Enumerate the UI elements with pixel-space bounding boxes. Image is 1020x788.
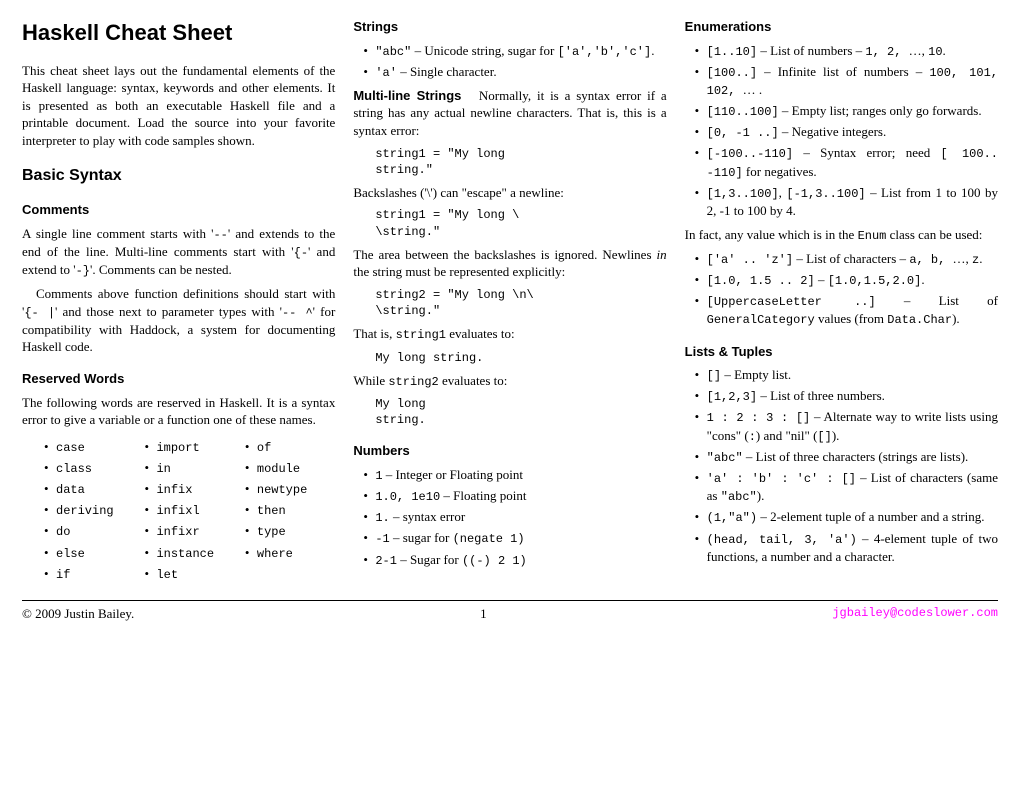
list-item: [] – Empty list.	[707, 366, 998, 384]
code-haddock-a: {- |	[24, 306, 55, 320]
code-braceopen: {-	[294, 246, 308, 260]
enumerations-heading: Enumerations	[685, 18, 998, 36]
list-item: [110..100] – Empty list; ranges only go …	[707, 102, 998, 120]
reserved-word: class	[44, 459, 134, 477]
multiline-strings-para: Multi-line Strings Normally, it is a syn…	[353, 87, 666, 140]
lists-tuples-heading: Lists & Tuples	[685, 343, 998, 361]
reserved-word: infix	[144, 480, 234, 498]
strings-heading: Strings	[353, 18, 666, 36]
page-footer: © 2009 Justin Bailey. 1 jgbailey@codeslo…	[22, 605, 998, 623]
text: A single line comment starts with '	[22, 226, 213, 241]
footer-copyright: © 2009 Justin Bailey.	[22, 605, 134, 623]
code-block: My long string.	[375, 396, 666, 428]
numbers-list: 1 – Integer or Floating point 1.0, 1e10 …	[353, 466, 666, 569]
reserved-words-para: The following words are reserved in Hask…	[22, 394, 335, 429]
list-item: ['a' .. 'z'] – List of characters – a, b…	[707, 250, 998, 268]
intro-paragraph: This cheat sheet lays out the fundamenta…	[22, 62, 335, 150]
text: That is, string1 evaluates to:	[353, 325, 666, 343]
reserved-word: module	[245, 459, 335, 477]
comments-para-2: Comments above function definitions shou…	[22, 285, 335, 356]
reserved-col-3: of module newtype then type where	[245, 435, 335, 586]
text: '. Comments can be nested.	[90, 262, 232, 277]
column-2: Strings "abc" – Unicode string, sugar fo…	[353, 18, 666, 586]
reserved-col-1: case class data deriving do else if	[44, 435, 134, 586]
comments-para-1: A single line comment starts with '--' a…	[22, 225, 335, 280]
text: The area between the backslashes is igno…	[353, 246, 666, 281]
reserved-word: type	[245, 522, 335, 540]
column-3: Enumerations [1..10] – List of numbers –…	[685, 18, 998, 586]
reserved-word: data	[44, 480, 134, 498]
comments-heading: Comments	[22, 201, 335, 219]
lists-tuples-list: [] – Empty list. [1,2,3] – List of three…	[685, 366, 998, 565]
list-item: [-100..-110] – Syntax error; need [ 100.…	[707, 144, 998, 180]
enumerations-list: [1..10] – List of numbers – 1, 2, …, 10.…	[685, 42, 998, 220]
list-item: [0, -1 ..] – Negative integers.	[707, 123, 998, 141]
reserved-word: if	[44, 565, 134, 583]
code-block: My long string.	[375, 350, 666, 366]
code-block: string1 = "My long \ \string."	[375, 207, 666, 239]
list-item: "abc" – Unicode string, sugar for ['a','…	[375, 42, 666, 60]
reserved-word: in	[144, 459, 234, 477]
list-item: (1,"a") – 2-element tuple of a number an…	[707, 508, 998, 526]
multiline-runin-heading: Multi-line Strings	[353, 88, 461, 103]
code-dashdash: --	[213, 228, 227, 242]
reserved-word: do	[44, 522, 134, 540]
list-item: 'a' : 'b' : 'c' : [] – List of character…	[707, 469, 998, 505]
list-item: [UppercaseLetter ..] – List of GeneralCa…	[707, 292, 998, 328]
list-item: 2-1 – Sugar for ((-) 2 1)	[375, 551, 666, 569]
text: Backslashes ('\') can "escape" a newline…	[353, 184, 666, 202]
list-item: [1,2,3] – List of three numbers.	[707, 387, 998, 405]
list-item: [1..10] – List of numbers – 1, 2, …, 10.	[707, 42, 998, 60]
code-haddock-b: -- ^	[282, 306, 313, 320]
reserved-word: infixr	[144, 522, 234, 540]
reserved-word: case	[44, 438, 134, 456]
list-item: 1 – Integer or Floating point	[375, 466, 666, 484]
list-item: 1 : 2 : 3 : [] – Alternate way to write …	[707, 408, 998, 444]
doc-title: Haskell Cheat Sheet	[22, 18, 335, 48]
reserved-word: instance	[144, 544, 234, 562]
list-item: 'a' – Single character.	[375, 63, 666, 81]
list-item: [1.0, 1.5 .. 2] – [1.0,1.5,2.0].	[707, 271, 998, 289]
footer-email[interactable]: jgbailey@codeslower.com	[832, 605, 998, 623]
reserved-word: let	[144, 565, 234, 583]
reserved-word: where	[245, 544, 335, 562]
footer-rule	[22, 600, 998, 601]
basic-syntax-heading: Basic Syntax	[22, 165, 335, 187]
italic: in	[657, 247, 667, 262]
text: ' and those next to parameter types with…	[55, 304, 282, 319]
strings-list: "abc" – Unicode string, sugar for ['a','…	[353, 42, 666, 81]
list-item: (head, tail, 3, 'a') – 4-element tuple o…	[707, 530, 998, 566]
reserved-words-heading: Reserved Words	[22, 370, 335, 388]
list-item: [1,3..100], [-1,3..100] – List from 1 to…	[707, 184, 998, 220]
text: While string2 evaluates to:	[353, 372, 666, 390]
list-item: 1. – syntax error	[375, 508, 666, 526]
reserved-word: then	[245, 501, 335, 519]
list-item: -1 – sugar for (negate 1)	[375, 529, 666, 547]
reserved-word: else	[44, 544, 134, 562]
enum-class-list: ['a' .. 'z'] – List of characters – a, b…	[685, 250, 998, 329]
reserved-word: infixl	[144, 501, 234, 519]
footer-page-number: 1	[480, 605, 487, 623]
page-columns: Haskell Cheat Sheet This cheat sheet lay…	[22, 18, 998, 586]
code-block: string1 = "My long string."	[375, 146, 666, 178]
reserved-word: of	[245, 438, 335, 456]
list-item: [100..] – Infinite list of numbers – 100…	[707, 63, 998, 99]
enum-class-para: In fact, any value which is in the Enum …	[685, 226, 998, 244]
numbers-heading: Numbers	[353, 442, 666, 460]
reserved-col-2: import in infix infixl infixr instance l…	[144, 435, 234, 586]
reserved-word: deriving	[44, 501, 134, 519]
reserved-words-columns: case class data deriving do else if impo…	[22, 435, 335, 586]
code-block: string2 = "My long \n\ \string."	[375, 287, 666, 319]
reserved-word: import	[144, 438, 234, 456]
code-braceclose: -}	[76, 264, 90, 278]
list-item: 1.0, 1e10 – Floating point	[375, 487, 666, 505]
list-item: "abc" – List of three characters (string…	[707, 448, 998, 466]
reserved-word: newtype	[245, 480, 335, 498]
column-1: Haskell Cheat Sheet This cheat sheet lay…	[22, 18, 335, 586]
